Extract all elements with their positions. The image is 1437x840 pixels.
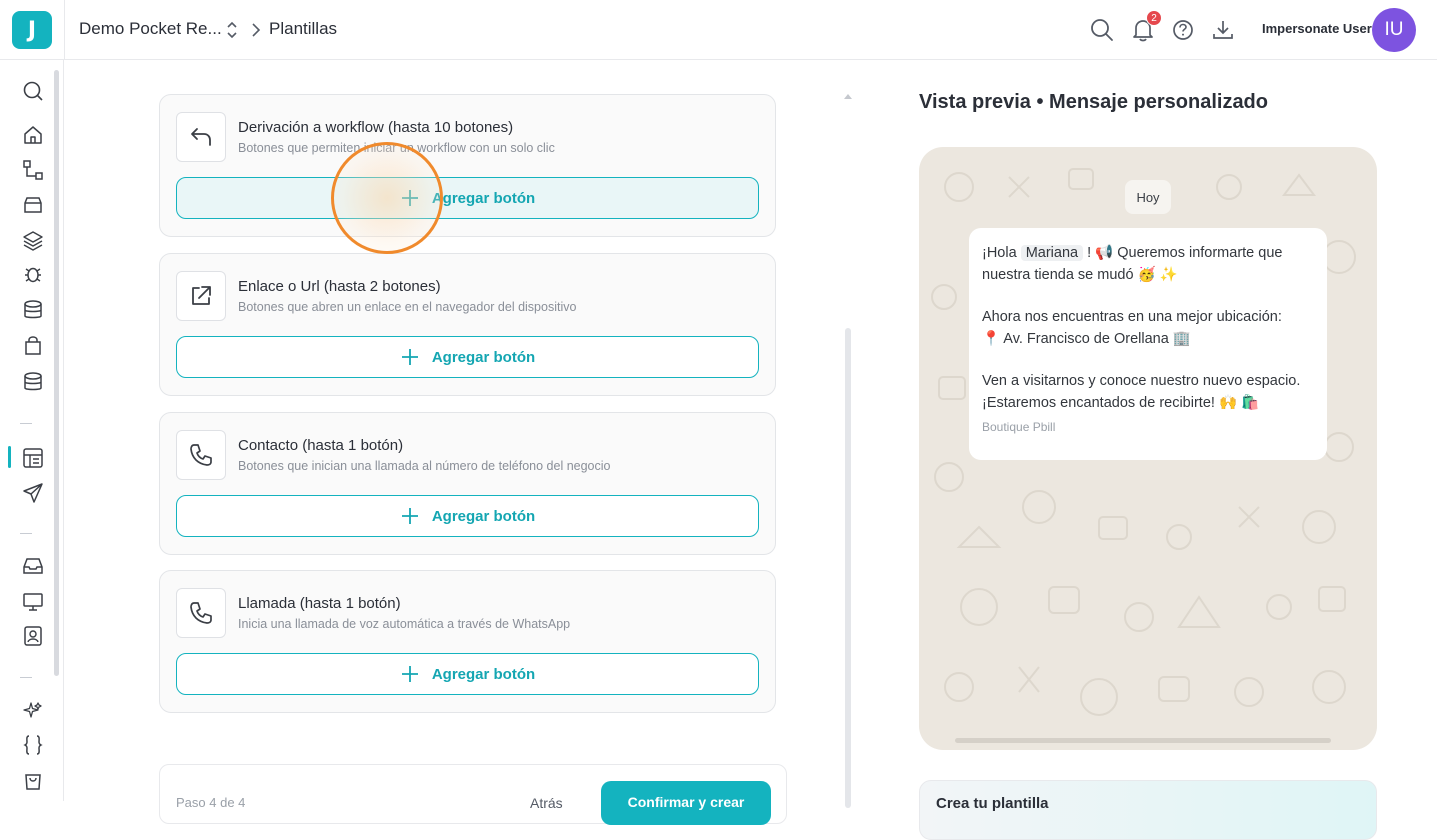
header-divider [64,0,65,60]
message-line: Ven a visitarnos y conoce nuestro nuevo … [982,373,1301,389]
variable-tag: Mariana [1020,245,1084,261]
workflow-icon[interactable] [22,159,44,181]
card-icon-box [176,112,226,162]
card-icon-box [176,430,226,480]
preview-title: Vista previa • Mensaje personalizado [919,91,1268,113]
notification-badge: 2 [1146,10,1162,26]
button-type-card-workflow: Derivación a workflow (hasta 10 botones)… [159,94,776,237]
card-title: Enlace o Url (hasta 2 botones) [238,278,441,295]
wizard-footer: Paso 4 de 4 Atrás Confirmar y crear [159,764,787,825]
message-line: nuestra tienda se mudó 🥳 ✨ [982,267,1178,283]
card-subtitle: Botones que inician una llamada al númer… [238,459,611,473]
message-line: ¡Estaremos encantados de recibirte! 🙌 🛍️ [982,395,1260,411]
inbox-tray-icon[interactable] [22,194,44,216]
step-indicator: Paso 4 de 4 [176,795,246,810]
button-type-card-url: Enlace o Url (hasta 2 botones) Botones q… [159,253,776,396]
card-icon-box [176,271,226,321]
card-subtitle: Botones que abren un enlace en el navega… [238,300,577,314]
sidebar-divider [20,677,32,678]
sidebar [0,60,64,801]
workspace-name[interactable]: Demo Pocket Re... [79,19,222,39]
chat-scrollbar [955,738,1331,743]
add-button-label: Agregar botón [431,189,536,207]
home-icon[interactable] [22,124,44,146]
add-button-label: Agregar botón [431,348,536,366]
greeting-suffix: ! 📢 Queremos informarte que [1083,245,1283,261]
avatar[interactable]: IU [1372,8,1416,52]
download-icon[interactable] [1210,17,1236,43]
card-subtitle: Inicia una llamada de voz automática a t… [238,617,571,631]
confirm-create-button[interactable]: Confirmar y crear [601,781,771,825]
return-arrow-icon [191,128,211,146]
plus-icon [401,666,418,682]
plus-icon [401,508,418,524]
plus-icon [401,349,418,365]
message-bubble: ¡Hola Mariana ! 📢 Queremos informarte qu… [969,228,1327,460]
scroll-up-arrow-icon[interactable] [843,92,853,100]
card-icon-box [176,588,226,638]
app-logo[interactable]: J [12,11,52,49]
workspace-switch-icon[interactable] [224,18,240,42]
sidebar-divider [20,533,32,534]
monitor-icon[interactable] [22,591,44,613]
message-line: 📍 Av. Francisco de Orellana 🏢 [982,331,1191,347]
card-title: Llamada (hasta 1 botón) [238,595,401,612]
plus-icon [401,190,418,206]
sparkles-icon[interactable] [22,700,44,722]
contact-card-icon[interactable] [22,625,44,647]
message-line: ¡Hola Mariana ! 📢 Queremos informarte qu… [982,242,1314,264]
database-icon[interactable] [22,371,44,393]
add-button-label: Agregar botón [431,665,536,683]
content-scrollbar[interactable] [845,328,851,808]
help-icon[interactable] [1170,17,1196,43]
message-line: Ahora nos encuentras en una mejor ubicac… [982,309,1282,325]
sidebar-scrollbar[interactable] [54,70,59,676]
add-button-call[interactable]: Agregar botón [176,653,759,695]
add-button-url[interactable]: Agregar botón [176,336,759,378]
breadcrumb-current: Plantillas [269,19,338,38]
add-button-workflow[interactable]: Agregar botón [176,177,759,219]
create-template-title: Crea tu plantilla [936,795,1049,812]
search-icon[interactable] [22,80,44,102]
chat-preview: Hoy ¡Hola Mariana ! 📢 Queremos informart… [919,147,1377,750]
inbox-icon[interactable] [22,555,44,577]
day-chip: Hoy [1125,180,1171,214]
templates-icon[interactable] [22,447,44,469]
external-link-icon [192,286,211,305]
sidebar-active-indicator [8,446,11,468]
database-icon[interactable] [22,299,44,321]
message-footer-brand: Boutique Pbill [982,420,1056,434]
send-icon[interactable] [22,482,44,504]
back-button[interactable]: Atrás [530,795,563,811]
add-button-label: Agregar botón [431,507,536,525]
bug-icon[interactable] [22,263,44,285]
greeting-prefix: ¡Hola [982,245,1021,261]
button-type-card-call: Llamada (hasta 1 botón) Inicia una llama… [159,570,776,713]
user-name[interactable]: Impersonate User [1262,21,1372,36]
code-braces-icon[interactable] [22,734,44,756]
add-button-contact[interactable]: Agregar botón [176,495,759,537]
card-title: Derivación a workflow (hasta 10 botones) [238,119,514,136]
phone-icon [190,444,212,466]
search-icon[interactable] [1089,17,1115,43]
layers-icon[interactable] [22,229,44,251]
shopping-bag-icon[interactable] [22,334,44,356]
card-title: Contacto (hasta 1 botón) [238,437,404,454]
top-header: J Demo Pocket Re... Plantillas 2 Imperso… [0,0,1437,60]
card-subtitle: Botones que permiten iniciar un workflow… [238,141,555,155]
button-type-card-contact: Contacto (hasta 1 botón) Botones que ini… [159,412,776,555]
breadcrumb-chevron-icon [252,23,261,37]
sidebar-divider [20,423,32,424]
create-template-card: Crea tu plantilla [919,780,1377,840]
shopping-bag-icon[interactable] [22,769,44,791]
phone-icon [190,602,212,624]
